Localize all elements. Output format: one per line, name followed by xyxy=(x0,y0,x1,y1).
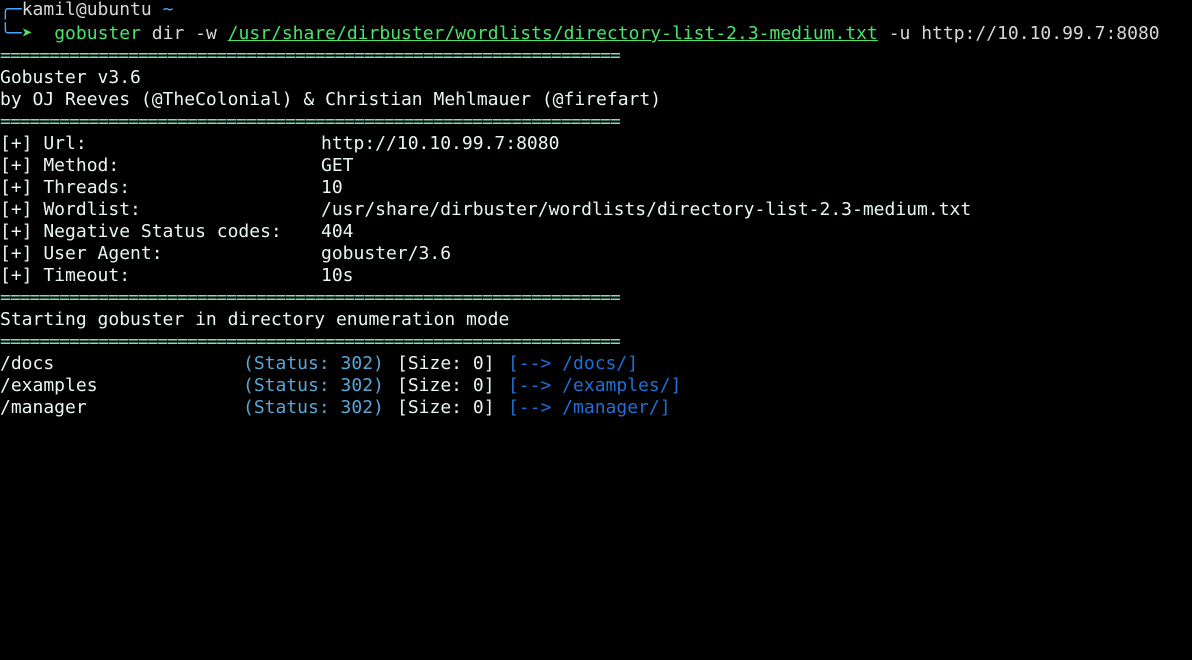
result-status: (Status: 302) xyxy=(243,353,384,374)
result-status: (Status: 302) xyxy=(243,375,384,396)
separator: ========================================… xyxy=(0,111,621,132)
result-status: (Status: 302) xyxy=(243,397,384,418)
result-redirect: [--> /manager/] xyxy=(508,397,671,418)
config-row-negative-status: [+] Negative Status codes: 404 xyxy=(0,221,354,243)
config-value: 404 xyxy=(321,221,354,242)
config-value: 10 xyxy=(321,177,343,198)
separator: ========================================… xyxy=(0,287,621,308)
result-size: [Size: 0] xyxy=(397,353,495,374)
result-size: [Size: 0] xyxy=(397,397,495,418)
result-row: /examples (Status: 302) [Size: 0] [--> /exa… xyxy=(0,375,681,397)
config-value: GET xyxy=(321,155,354,176)
prompt-corner-bottom: ╰─ xyxy=(0,23,22,44)
config-value: http://10.10.99.7:8080 xyxy=(321,133,560,154)
config-row-url: [+] Url: http://10.10.99.7:8080 xyxy=(0,133,559,155)
result-path: /docs xyxy=(0,353,55,374)
result-path: /manager xyxy=(0,397,87,418)
config-label: [+] Url: xyxy=(0,133,87,154)
config-value: /usr/share/dirbuster/wordlists/directory… xyxy=(321,199,972,220)
prompt-arrow-icon: ➤ xyxy=(21,23,33,44)
config-label: [+] Negative Status codes: xyxy=(0,221,282,242)
command-args-1: dir -w xyxy=(151,23,217,44)
result-row: /docs (Status: 302) [Size: 0] [--> /docs/] xyxy=(0,353,638,375)
prompt-user-host: kamil@ubuntu xyxy=(21,0,152,20)
prompt-cwd: ~ xyxy=(162,0,174,20)
config-value: gobuster/3.6 xyxy=(321,243,452,264)
banner-title: Gobuster v3.6 xyxy=(0,67,141,88)
terminal-window[interactable]: ╭─kamil@ubuntu ~ ╰─➤ gobuster dir -w /us… xyxy=(0,0,1192,421)
result-redirect: [--> /examples/] xyxy=(508,375,682,396)
command-wordlist-path: /usr/share/dirbuster/wordlists/directory… xyxy=(227,23,878,44)
config-label: [+] Wordlist: xyxy=(0,199,141,220)
result-size: [Size: 0] xyxy=(397,375,495,396)
config-label: [+] Method: xyxy=(0,155,120,176)
result-path: /examples xyxy=(0,375,98,396)
separator: ========================================… xyxy=(0,331,621,352)
config-value: 10s xyxy=(321,265,354,286)
config-row-wordlist: [+] Wordlist: /usr/share/dirbuster/wordli… xyxy=(0,199,971,221)
prompt-corner-top: ╭─ xyxy=(0,0,22,20)
banner-authors: by OJ Reeves (@TheColonial) & Christian … xyxy=(0,89,662,110)
config-row-method: [+] Method: GET xyxy=(0,155,354,177)
config-label: [+] Timeout: xyxy=(0,265,131,286)
mode-line: Starting gobuster in directory enumerati… xyxy=(0,309,510,330)
result-row: /manager (Status: 302) [Size: 0] [--> /mana… xyxy=(0,397,671,419)
command-line[interactable]: ╰─➤ gobuster dir -w /usr/share/dirbuster… xyxy=(0,23,1160,45)
command-binary: gobuster xyxy=(54,23,141,44)
config-row-timeout: [+] Timeout: 10s xyxy=(0,265,354,287)
prompt-line: ╭─kamil@ubuntu ~ xyxy=(0,0,173,21)
separator: ========================================… xyxy=(0,45,621,66)
config-label: [+] User Agent: xyxy=(0,243,163,264)
result-redirect: [--> /docs/] xyxy=(508,353,639,374)
config-label: [+] Threads: xyxy=(0,177,131,198)
config-row-user-agent: [+] User Agent: gobuster/3.6 xyxy=(0,243,451,265)
config-row-threads: [+] Threads: 10 xyxy=(0,177,343,199)
command-args-2: -u http://10.10.99.7:8080 xyxy=(888,23,1160,44)
